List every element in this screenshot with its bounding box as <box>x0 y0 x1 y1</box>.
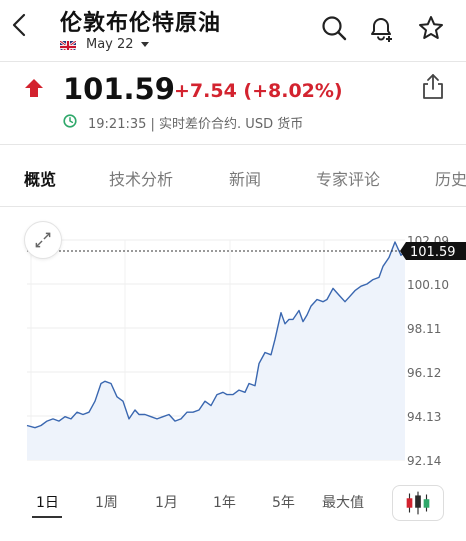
back-icon[interactable] <box>6 8 34 42</box>
current-price-label: 101.59 <box>410 245 456 260</box>
y-tick-label: 92.14 <box>407 454 441 468</box>
section-tabs: 概览 技术分析 新闻 专家评论 历史 <box>0 149 466 204</box>
range-5y[interactable]: 5年 <box>272 492 295 512</box>
page-title: 伦敦布伦特原油 <box>60 11 222 36</box>
add-alert-icon[interactable] <box>367 14 395 42</box>
candlestick-icon[interactable] <box>392 485 444 521</box>
chevron-down-icon <box>140 41 149 47</box>
price-area <box>27 242 405 460</box>
y-tick-label: 94.13 <box>407 410 441 424</box>
range-1w[interactable]: 1周 <box>95 492 118 512</box>
tab-expert-comments[interactable]: 专家评论 <box>316 166 380 190</box>
price-change: +7.54 (+8.02%) <box>174 80 343 102</box>
share-icon[interactable] <box>420 72 446 100</box>
y-tick-label: 96.12 <box>407 366 441 380</box>
range-1d[interactable]: 1日 <box>36 492 59 512</box>
range-1m[interactable]: 1月 <box>155 492 178 512</box>
y-tick-label: 98.11 <box>407 322 441 336</box>
date-label: May 22 <box>86 36 134 52</box>
tabs-divider <box>0 206 466 207</box>
quote-divider <box>0 144 466 145</box>
up-arrow-icon <box>25 79 43 97</box>
quote-time: 19:21:35 <box>88 117 147 132</box>
star-icon[interactable] <box>417 14 445 42</box>
range-1y[interactable]: 1年 <box>213 492 236 512</box>
uk-flag-icon <box>60 38 76 50</box>
header-divider <box>0 61 466 62</box>
tab-technical-analysis[interactable]: 技术分析 <box>109 166 173 190</box>
top-bar: 伦敦布伦特原油 May 22 <box>0 0 466 60</box>
exchange-date-selector[interactable]: May 22 <box>60 35 149 53</box>
search-icon[interactable] <box>320 14 348 42</box>
clock-icon <box>63 114 77 128</box>
price-chart[interactable]: 102.09100.1098.1196.1294.1392.1419:3001:… <box>0 210 466 480</box>
range-max[interactable]: 最大值 <box>322 492 364 512</box>
tab-news[interactable]: 新闻 <box>229 166 261 190</box>
tab-history[interactable]: 历史 <box>435 166 466 190</box>
tab-overview[interactable]: 概览 <box>24 166 56 190</box>
last-price: 101.59 <box>63 72 175 106</box>
y-tick-label: 100.10 <box>407 278 449 292</box>
active-range-indicator <box>32 516 62 518</box>
quote-meta: 19:21:35 | 实时差价合约. USD 货币 <box>88 113 303 132</box>
expand-icon[interactable] <box>24 221 62 259</box>
quote-source: | 实时差价合约. USD 货币 <box>150 117 304 132</box>
